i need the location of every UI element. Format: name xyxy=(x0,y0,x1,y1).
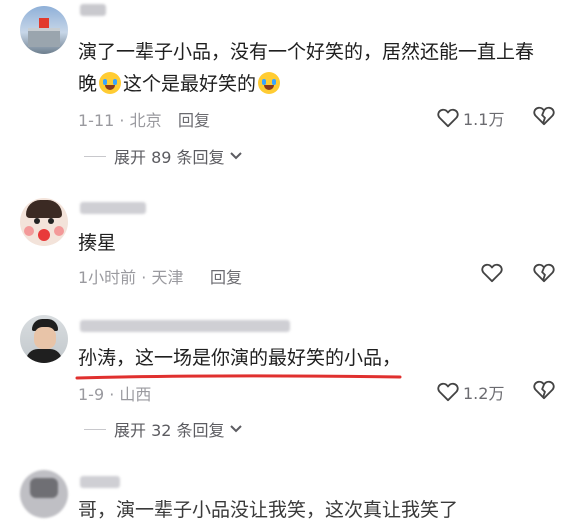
comment-text: 晚 这个是最好笑的 xyxy=(78,68,282,100)
like-count: 1.2万 xyxy=(463,384,505,403)
avatar[interactable] xyxy=(20,6,68,54)
avatar[interactable] xyxy=(20,198,68,246)
heart-outline-icon xyxy=(437,382,459,402)
expand-replies-label: 展开 89 条回复 xyxy=(114,148,225,167)
dislike-button[interactable] xyxy=(533,380,555,404)
comment-text-line: 这个是最好笑的 xyxy=(123,73,257,95)
comment-meta: 1-9 · 山西 xyxy=(78,385,152,404)
comment-text: 揍星 xyxy=(78,232,117,254)
chevron-down-icon xyxy=(229,425,242,433)
comment-text: 演了一辈子小品，没有一个好笑的，居然还能一直上春 xyxy=(78,36,534,68)
comment-text: 哥，演一辈子小品没让我笑，这次真让我笑了 xyxy=(78,499,459,521)
heart-outline-icon xyxy=(437,108,459,128)
comment-meta: 1小时前 · 天津 xyxy=(78,268,184,287)
dislike-button[interactable] xyxy=(533,263,555,287)
username[interactable] xyxy=(80,4,106,16)
broken-heart-icon xyxy=(533,106,555,126)
broken-heart-icon xyxy=(533,380,555,400)
reply-button[interactable]: 回复 xyxy=(178,107,210,131)
expand-replies-label: 展开 32 条回复 xyxy=(114,421,225,440)
expand-replies-button[interactable]: 展开 32 条回复 xyxy=(84,417,243,441)
like-button[interactable]: 1.2万 xyxy=(437,380,504,404)
heart-outline-icon xyxy=(481,263,503,283)
comment-text-line: 演了一辈子小品，没有一个好笑的，居然还能一直上春 xyxy=(78,41,535,63)
broken-heart-icon xyxy=(533,263,555,283)
username[interactable] xyxy=(80,476,120,488)
laugh-cry-emoji-icon xyxy=(99,72,122,94)
like-count: 1.1万 xyxy=(463,110,505,129)
chevron-down-icon xyxy=(229,152,242,160)
username[interactable] xyxy=(80,202,146,214)
username[interactable] xyxy=(80,320,290,332)
like-button[interactable]: 1.1万 xyxy=(437,106,504,130)
dislike-button[interactable] xyxy=(533,106,555,130)
avatar[interactable] xyxy=(20,470,68,518)
avatar[interactable] xyxy=(20,315,68,363)
like-button[interactable] xyxy=(481,263,503,287)
reply-button[interactable]: 回复 xyxy=(210,264,242,288)
expand-replies-button[interactable]: 展开 89 条回复 xyxy=(84,144,243,168)
laugh-cry-emoji-icon xyxy=(258,72,281,94)
comment-meta: 1-11 · 北京 xyxy=(78,111,162,130)
comment-text-line: 晚 xyxy=(78,73,98,95)
